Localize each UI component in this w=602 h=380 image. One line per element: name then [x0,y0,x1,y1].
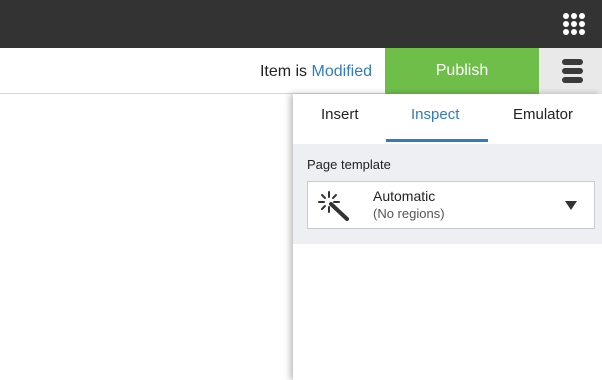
tab-insert[interactable]: Insert [321,106,359,123]
page-template-label: Page template [307,157,391,172]
magic-wand-icon [318,191,349,221]
apps-grid-icon[interactable] [563,13,585,35]
side-panel: Insert Inspect Emulator Page template Au… [293,94,602,380]
page-canvas[interactable] [0,94,293,380]
item-status-prefix: Item is [259,63,308,80]
dropdown-caret-icon [565,201,577,210]
status-bar: Item is Modified Publish [0,48,602,94]
item-status-state[interactable]: Modified [312,63,372,80]
publish-button[interactable]: Publish [385,48,539,94]
stack-menu-icon [562,59,583,83]
tab-inspect[interactable]: Inspect [411,106,459,123]
page-template-subtitle: (No regions) [373,206,445,221]
page-template-value: Automatic [373,188,436,204]
publish-label: Publish [435,62,489,79]
tab-emulator[interactable]: Emulator [513,106,573,123]
stack-menu-button[interactable] [539,48,602,94]
top-bar [0,0,602,48]
panel-tabs: Insert Inspect Emulator [293,94,602,144]
page-template-section: Page template Automatic (No regions) [293,144,602,244]
page-template-select[interactable]: Automatic (No regions) [307,181,595,229]
active-tab-indicator [386,139,488,142]
item-status: Item is Modified [260,63,372,81]
